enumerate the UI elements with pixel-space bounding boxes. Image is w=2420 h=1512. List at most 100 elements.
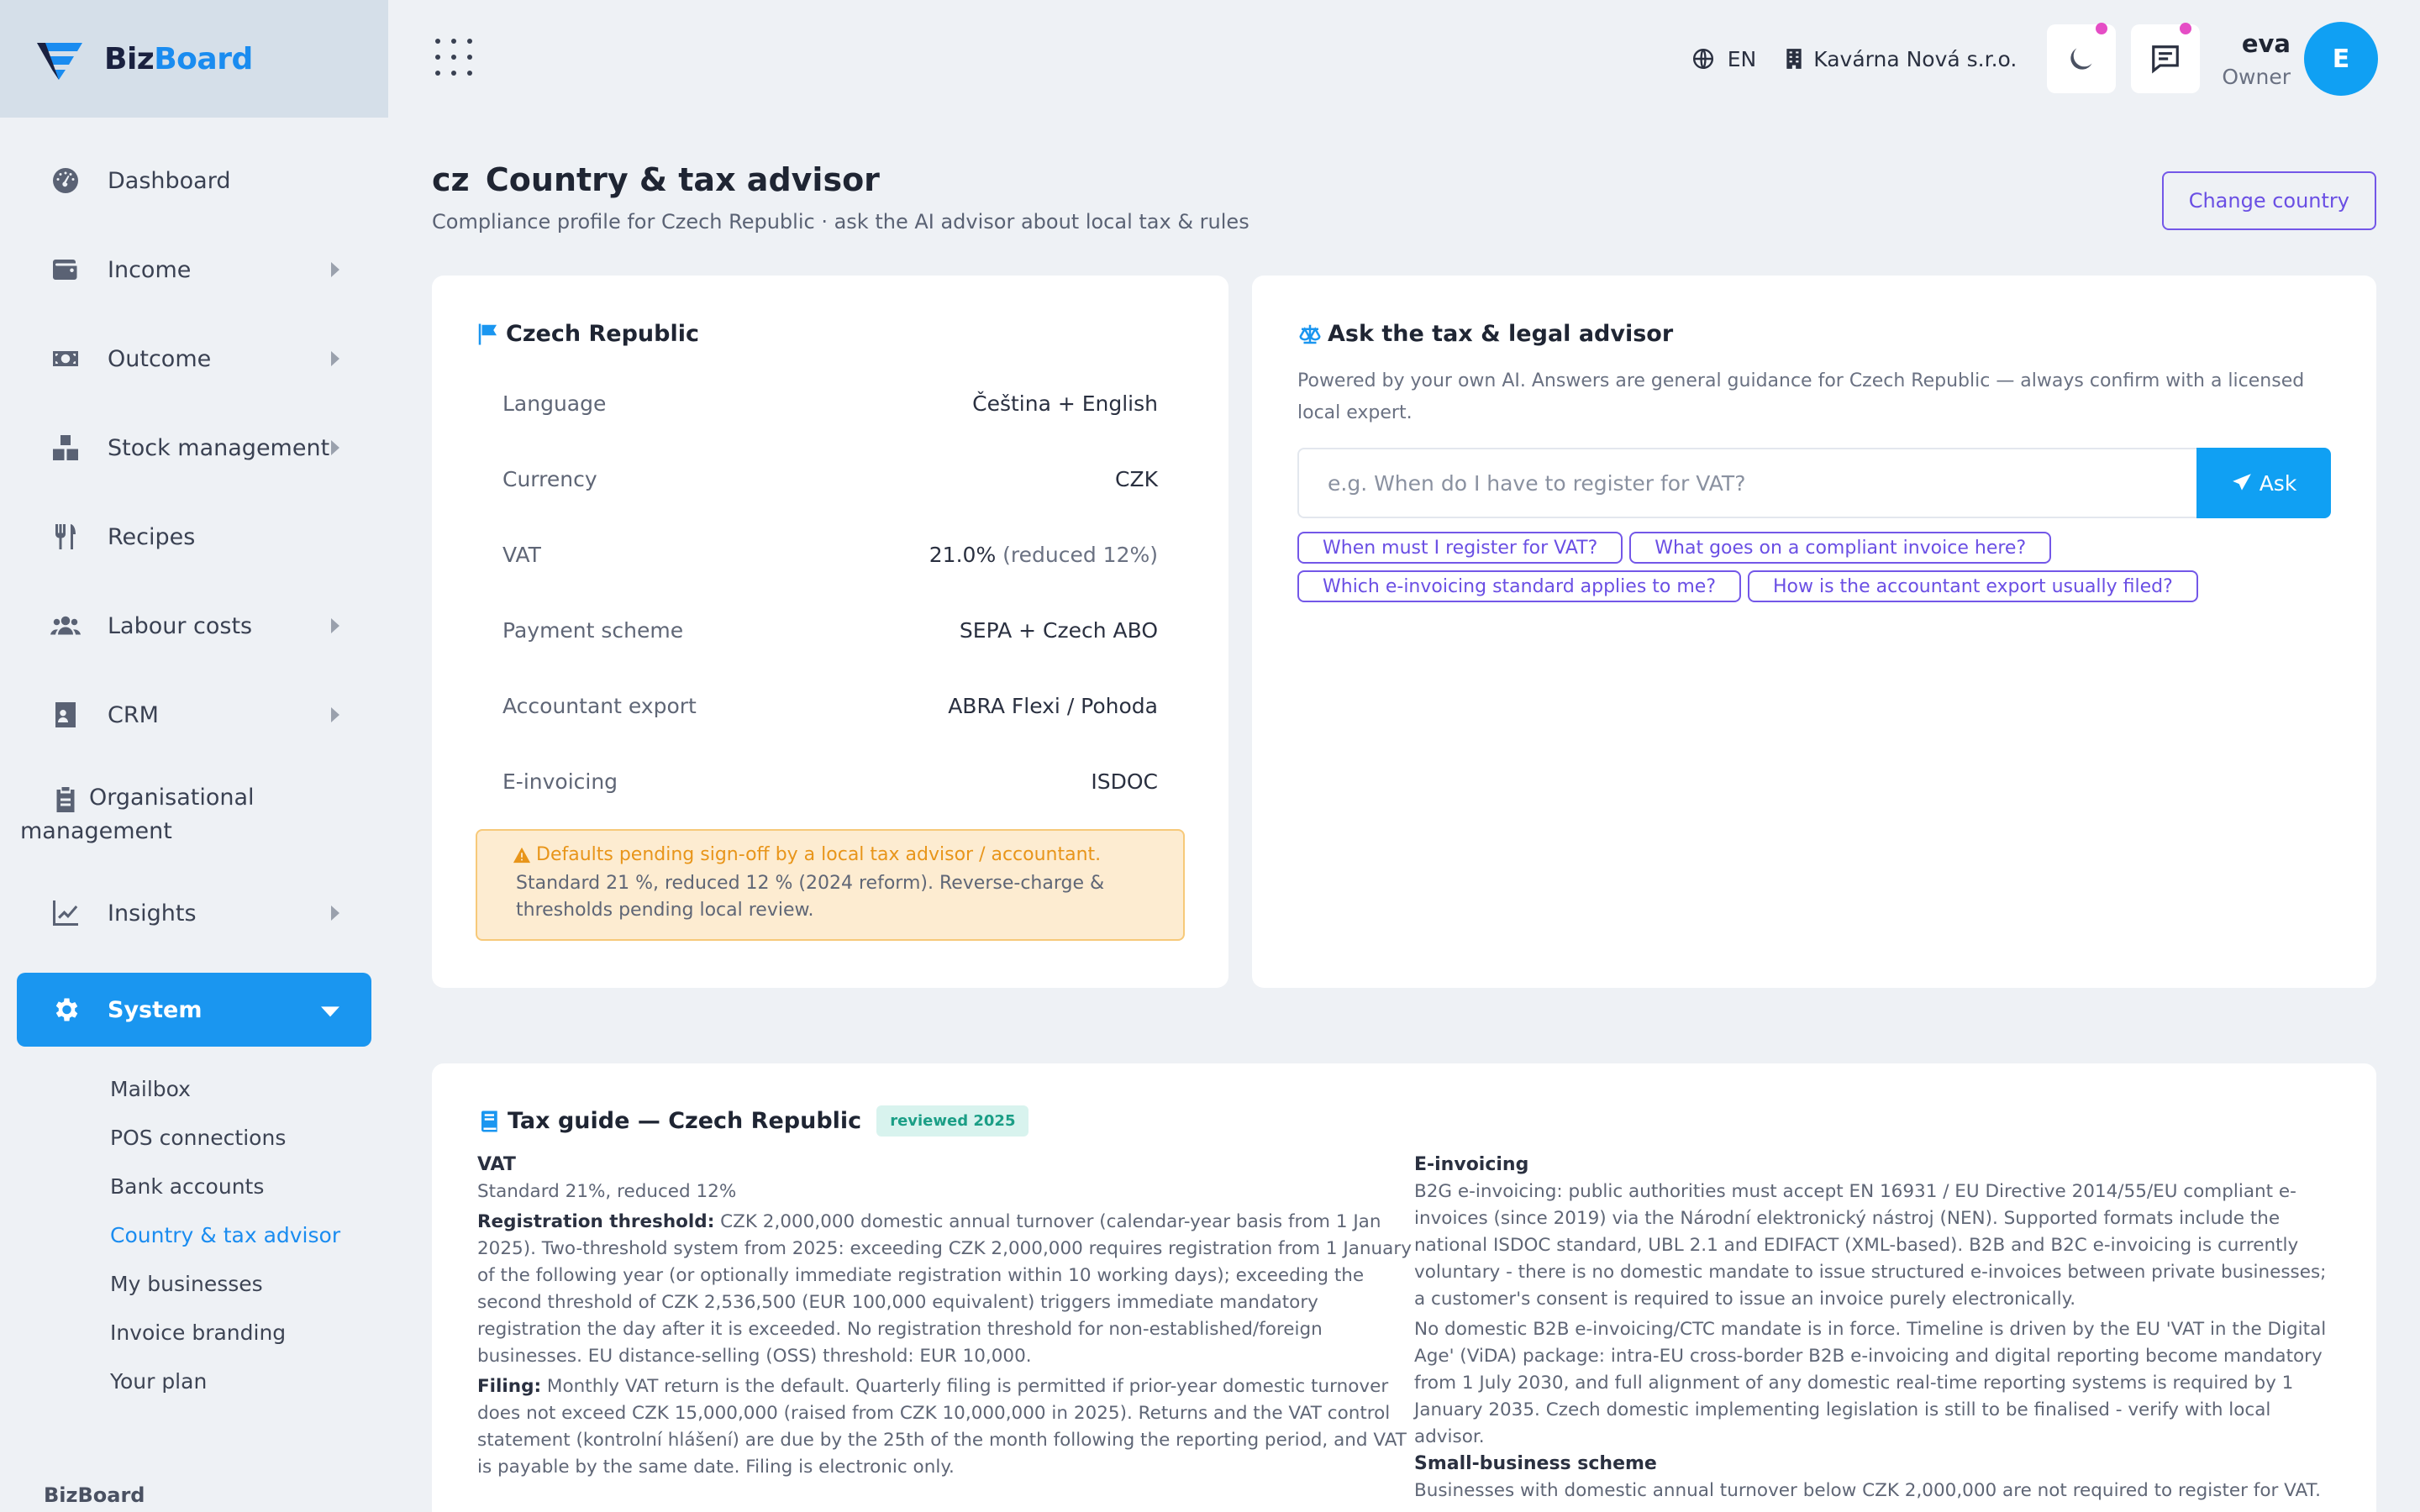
guide-text: CZK 2,000,000 domestic annual turnover (…	[477, 1211, 1412, 1367]
bizboard-logo-icon	[37, 43, 82, 80]
brand[interactable]: BizBoard	[0, 0, 388, 118]
attr-value-main: SEPA + Czech ABO	[959, 617, 1158, 643]
attr-row-language: Language Čeština + English	[476, 365, 1185, 441]
user-info[interactable]: eva Owner	[2222, 29, 2291, 89]
message-icon	[2152, 45, 2180, 74]
nav-label: Outcome	[108, 345, 212, 372]
nav-label: Stock management	[108, 434, 330, 461]
attr-key: Payment scheme	[502, 617, 684, 643]
language-switcher[interactable]: EN	[1692, 46, 1757, 71]
attr-value: CZK	[1115, 467, 1158, 491]
suggestion-chip[interactable]: What goes on a compliant invoice here?	[1629, 532, 2052, 564]
subnav-country-tax-advisor[interactable]: Country & tax advisor	[0, 1211, 388, 1260]
country-attributes: Language Čeština + English Currency CZK VA…	[476, 365, 1185, 819]
chevron-right-icon	[331, 351, 339, 366]
notification-dot	[2096, 23, 2108, 34]
sidebar: BizBoard Dashboard Income Outcome Stock …	[0, 0, 388, 1512]
nav-label: CRM	[108, 701, 159, 728]
brand-name: BizBoard	[104, 42, 253, 76]
wallet-icon	[50, 255, 81, 285]
change-country-button[interactable]: Change country	[2161, 171, 2376, 230]
attr-value: ABRA Flexi / Pohoda	[948, 694, 1158, 718]
guide-einvoicing-p2: No domestic B2B e-invoicing/CTC mandate …	[1413, 1319, 2327, 1447]
chevron-right-icon	[331, 906, 339, 921]
main-nav: Dashboard Income Outcome Stock managemen…	[0, 118, 388, 1047]
subnav-mailbox[interactable]: Mailbox	[0, 1065, 388, 1114]
guide-label: Filing:	[477, 1376, 542, 1397]
nav-crm[interactable]: CRM	[0, 670, 388, 759]
subnav-bank-accounts[interactable]: Bank accounts	[0, 1163, 388, 1211]
subnav-pos-connections[interactable]: POS connections	[0, 1114, 388, 1163]
guide-col-einvoicing: E-invoicing B2G e-invoicing: public auth…	[1414, 1152, 2331, 1504]
ask-button-label: Ask	[2259, 470, 2297, 496]
nav-insights[interactable]: Insights	[0, 869, 388, 958]
dark-mode-toggle[interactable]	[2047, 23, 2117, 93]
notification-dot	[2180, 23, 2192, 34]
notice-title: Defaults pending sign-off by a local tax…	[513, 844, 1150, 865]
tax-advisor-card: Ask the tax & legal advisor Powered by y…	[1252, 276, 2376, 988]
nav-organisational-management[interactable]: Organisational management	[0, 759, 388, 869]
brand-name-a: Biz	[104, 41, 155, 76]
guide-card-title: Tax guide — Czech Republic reviewed 2025	[477, 1105, 2331, 1137]
nav-labour-costs[interactable]: Labour costs	[0, 581, 388, 670]
topbar-right: EN Kavárna Nová s.r.o. eva Owner E	[1692, 22, 2378, 96]
guide-heading-vat: VAT	[477, 1154, 516, 1175]
nav-income[interactable]: Income	[0, 225, 388, 314]
brand-name-b: Board	[154, 41, 253, 76]
subnav-your-plan[interactable]: Your plan	[0, 1357, 388, 1406]
nav-dashboard[interactable]: Dashboard	[0, 136, 388, 225]
apps-grid-icon[interactable]	[435, 39, 472, 76]
suggestion-chip[interactable]: When must I register for VAT?	[1297, 532, 1623, 564]
suggestion-chip[interactable]: Which e-invoicing standard applies to me…	[1297, 570, 1741, 602]
flag-icon	[478, 323, 497, 344]
reviewed-badge: reviewed 2025	[876, 1105, 1029, 1137]
guide-einvoicing-p1: B2G e-invoicing: public authorities must…	[1413, 1181, 2327, 1310]
suggested-questions: When must I register for VAT? What goes …	[1297, 532, 2297, 602]
attr-row-accountant-export: Accountant export ABRA Flexi / Pohoda	[476, 668, 1185, 743]
chart-line-icon	[50, 898, 81, 928]
send-icon	[2232, 474, 2251, 491]
nav-system[interactable]: System	[17, 973, 371, 1047]
attr-value: ISDOC	[1091, 769, 1158, 794]
company-switcher[interactable]: Kavárna Nová s.r.o.	[1785, 47, 2017, 71]
warning-icon	[513, 847, 531, 863]
subnav-my-businesses[interactable]: My businesses	[0, 1260, 388, 1309]
nav-outcome[interactable]: Outcome	[0, 314, 388, 403]
suggestion-chip[interactable]: How is the accountant export usually fil…	[1748, 570, 2198, 602]
advisor-title: Ask the tax & legal advisor	[1328, 321, 1674, 347]
attr-key: VAT	[502, 542, 541, 567]
page-title: cz Country & tax advisor	[432, 161, 1249, 198]
country-card-title: Czech Republic	[476, 321, 1185, 347]
nav-label: Insights	[108, 900, 197, 927]
subnav-invoice-branding[interactable]: Invoice branding	[0, 1309, 388, 1357]
attr-value-main: Čeština + English	[972, 391, 1158, 416]
attr-row-currency: Currency CZK	[476, 441, 1185, 517]
guide-title: Tax guide — Czech Republic	[508, 1108, 862, 1134]
avatar[interactable]: E	[2304, 22, 2378, 96]
guide-label: Registration threshold:	[477, 1211, 715, 1232]
attr-row-e-invoicing: E-invoicing ISDOC	[476, 743, 1185, 819]
moon-icon	[2070, 48, 2093, 70]
nav-stock-management[interactable]: Stock management	[0, 403, 388, 492]
messages-button[interactable]	[2131, 23, 2201, 93]
country-code: cz	[432, 161, 470, 198]
attr-value: 21.0% (reduced 12%)	[929, 543, 1158, 567]
attr-key: E-invoicing	[502, 769, 618, 794]
tax-guide-card: Tax guide — Czech Republic reviewed 2025…	[432, 1063, 2376, 1512]
nav-label: Recipes	[108, 523, 196, 550]
nav-recipes[interactable]: Recipes	[0, 492, 388, 581]
attr-value: Čeština + English	[972, 391, 1158, 416]
advisor-question-input[interactable]	[1297, 448, 2196, 518]
guide-small-business-text: Businesses with domestic annual turnover…	[1413, 1480, 2321, 1501]
ask-button[interactable]: Ask	[2196, 448, 2331, 518]
attr-value: SEPA + Czech ABO	[960, 618, 1158, 643]
sidebar-footer-brand: BizBoard	[44, 1483, 145, 1507]
gear-icon	[50, 995, 81, 1025]
nav-label: Labour costs	[108, 612, 253, 639]
attr-value-main: CZK	[1115, 466, 1158, 491]
country-name: Czech Republic	[506, 321, 699, 347]
caret-down-icon	[321, 1006, 339, 1017]
cash-icon	[50, 344, 81, 374]
language-label: EN	[1727, 46, 1757, 71]
chevron-right-icon	[331, 262, 339, 277]
